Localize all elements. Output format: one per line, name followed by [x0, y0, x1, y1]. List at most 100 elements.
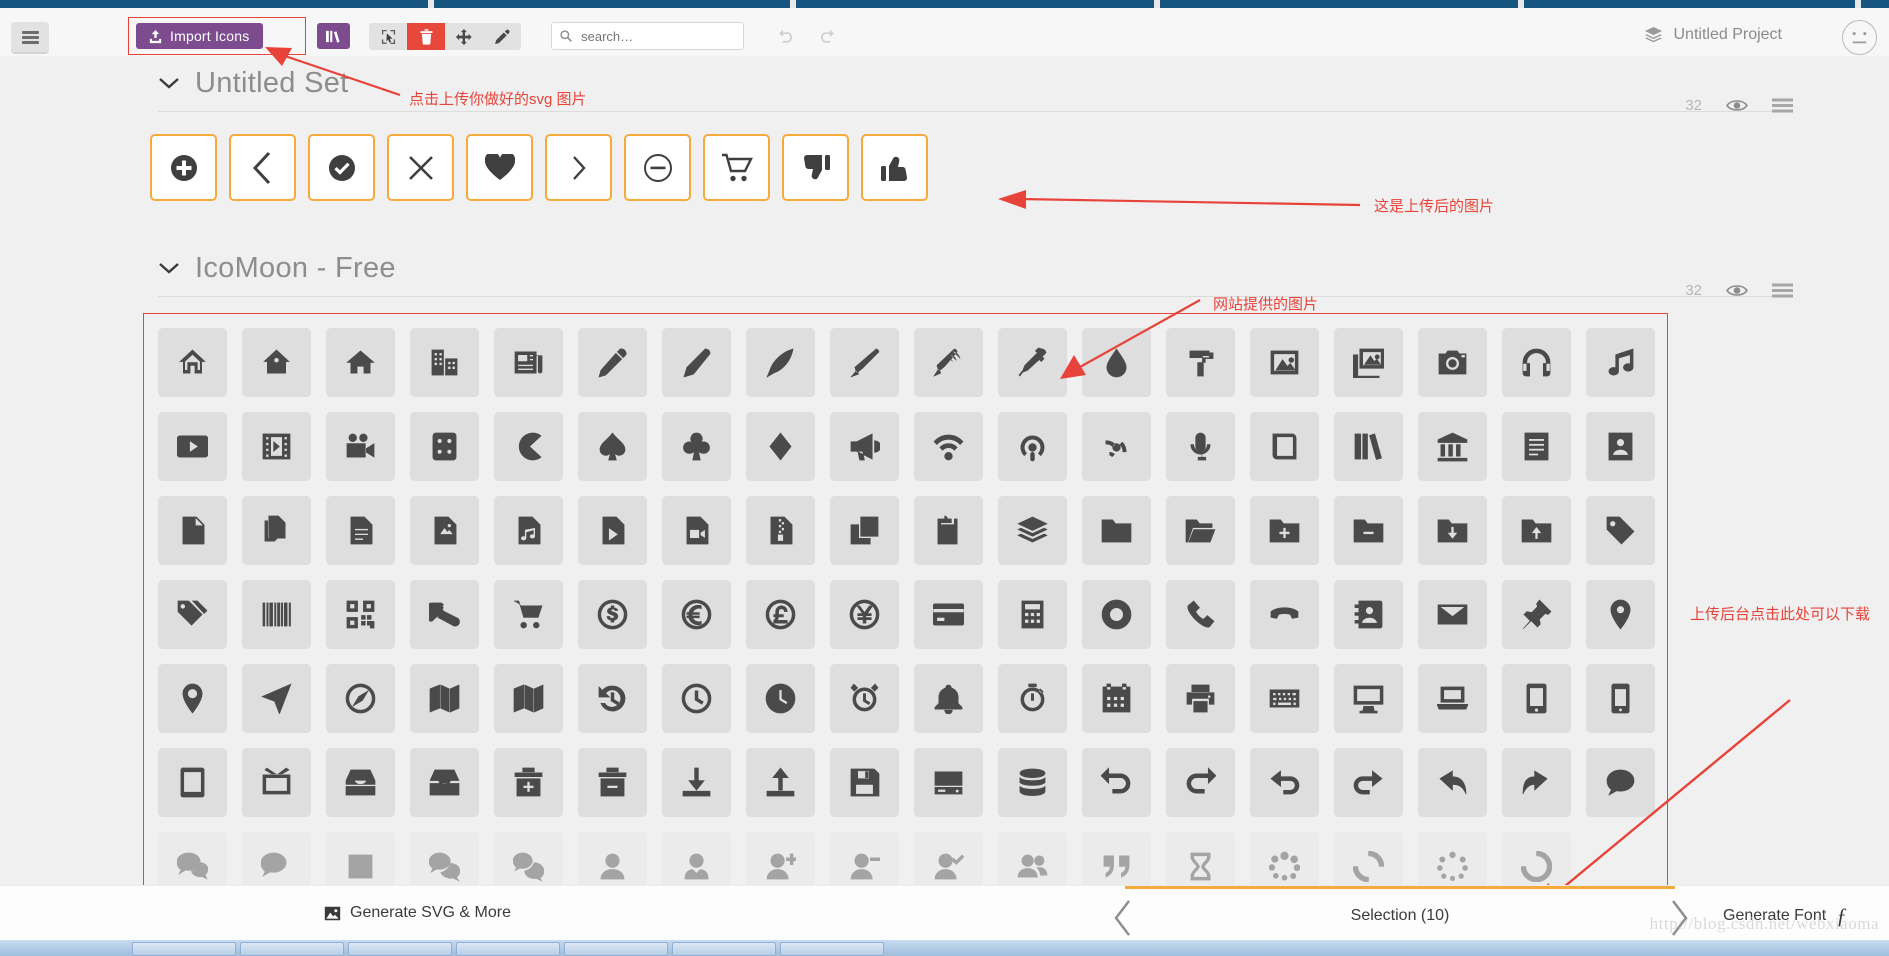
- uploaded-icon-cell-thumbs-down[interactable]: [782, 134, 849, 201]
- icon-cell[interactable]: [318, 656, 402, 740]
- icon-cell[interactable]: [234, 656, 318, 740]
- icon-cell[interactable]: [654, 404, 738, 488]
- icon-cell[interactable]: [1074, 404, 1158, 488]
- icon-cell[interactable]: [738, 320, 822, 404]
- icon-cell[interactable]: [906, 572, 990, 656]
- icon-cell[interactable]: [1326, 656, 1410, 740]
- uploaded-icon-cell-plus-circle[interactable]: [150, 134, 217, 201]
- icon-cell[interactable]: [738, 572, 822, 656]
- icon-cell[interactable]: [654, 488, 738, 572]
- uploaded-icon-cell-minus-circle[interactable]: [624, 134, 691, 201]
- icon-cell[interactable]: [990, 572, 1074, 656]
- icon-cell[interactable]: [570, 404, 654, 488]
- icon-cell[interactable]: [1074, 572, 1158, 656]
- icon-cell[interactable]: [402, 404, 486, 488]
- icon-cell[interactable]: [990, 740, 1074, 824]
- browser-tab[interactable]: [1160, 0, 1518, 8]
- taskbar-item[interactable]: [456, 942, 560, 956]
- uploaded-icon-cell-cart[interactable]: [703, 134, 770, 201]
- icon-cell[interactable]: [318, 740, 402, 824]
- delete-tool-button[interactable]: [407, 23, 445, 50]
- icon-cell[interactable]: [570, 572, 654, 656]
- icon-cell[interactable]: [906, 404, 990, 488]
- icon-cell[interactable]: [402, 488, 486, 572]
- icon-cell[interactable]: [1242, 488, 1326, 572]
- icon-cell[interactable]: [1326, 404, 1410, 488]
- icon-cell[interactable]: [150, 572, 234, 656]
- icon-cell[interactable]: [1242, 320, 1326, 404]
- icon-cell[interactable]: [822, 572, 906, 656]
- icon-cell[interactable]: [1410, 656, 1494, 740]
- import-icons-button[interactable]: Import Icons: [136, 23, 264, 49]
- icon-cell[interactable]: [654, 320, 738, 404]
- icon-cell[interactable]: [1578, 740, 1662, 824]
- icon-cell[interactable]: [1074, 656, 1158, 740]
- select-tool-button[interactable]: [369, 23, 407, 50]
- icon-cell[interactable]: [570, 740, 654, 824]
- avatar[interactable]: [1842, 20, 1877, 55]
- icon-cell[interactable]: [402, 320, 486, 404]
- list-menu-icon[interactable]: [1772, 283, 1793, 298]
- uploaded-icon-cell-close[interactable]: [387, 134, 454, 201]
- list-menu-icon[interactable]: [1772, 98, 1793, 113]
- icon-cell[interactable]: [486, 404, 570, 488]
- icon-cell[interactable]: [1158, 488, 1242, 572]
- icon-cell[interactable]: [1494, 320, 1578, 404]
- uploaded-icon-cell-thumbs-up[interactable]: [861, 134, 928, 201]
- icon-cell[interactable]: [318, 404, 402, 488]
- uploaded-icon-cell-chevron-right[interactable]: [545, 134, 612, 201]
- icon-cell[interactable]: [1158, 572, 1242, 656]
- icon-cell[interactable]: [1494, 740, 1578, 824]
- icon-cell[interactable]: [1326, 320, 1410, 404]
- icon-cell[interactable]: [150, 404, 234, 488]
- redo-button[interactable]: [806, 22, 846, 50]
- browser-tab[interactable]: [796, 0, 1154, 8]
- icon-cell[interactable]: [570, 488, 654, 572]
- icon-cell[interactable]: [906, 488, 990, 572]
- icon-cell[interactable]: [1578, 572, 1662, 656]
- chevron-down-icon[interactable]: [158, 76, 180, 90]
- icon-cell[interactable]: [1242, 572, 1326, 656]
- uploaded-icon-cell-heart[interactable]: [466, 134, 533, 201]
- taskbar-item[interactable]: [132, 942, 236, 956]
- icon-cell[interactable]: [1578, 320, 1662, 404]
- icon-cell[interactable]: [1074, 488, 1158, 572]
- icon-cell[interactable]: [1410, 488, 1494, 572]
- undo-button[interactable]: [766, 22, 806, 50]
- icon-cell[interactable]: [738, 740, 822, 824]
- icon-cell[interactable]: [738, 404, 822, 488]
- icon-cell[interactable]: [906, 740, 990, 824]
- icon-cell[interactable]: [318, 572, 402, 656]
- icon-cell[interactable]: [1494, 488, 1578, 572]
- icon-cell[interactable]: [150, 488, 234, 572]
- icon-library-button[interactable]: [317, 23, 350, 49]
- icon-cell[interactable]: [234, 740, 318, 824]
- icon-cell[interactable]: [1578, 656, 1662, 740]
- icon-cell[interactable]: [402, 572, 486, 656]
- icon-cell[interactable]: [1242, 404, 1326, 488]
- icon-cell[interactable]: [1494, 572, 1578, 656]
- icon-cell[interactable]: [990, 488, 1074, 572]
- icon-cell[interactable]: [234, 320, 318, 404]
- move-tool-button[interactable]: [445, 23, 483, 50]
- icon-cell[interactable]: [822, 488, 906, 572]
- uploaded-icon-cell-check-circle[interactable]: [308, 134, 375, 201]
- icon-cell[interactable]: [654, 656, 738, 740]
- eye-icon[interactable]: [1726, 283, 1748, 298]
- icon-cell[interactable]: [1578, 404, 1662, 488]
- icon-cell[interactable]: [1326, 740, 1410, 824]
- icon-cell[interactable]: [1326, 488, 1410, 572]
- icon-cell[interactable]: [402, 740, 486, 824]
- icon-cell[interactable]: [150, 740, 234, 824]
- search-input[interactable]: [579, 27, 735, 45]
- icon-cell[interactable]: [822, 656, 906, 740]
- project-selector[interactable]: Untitled Project: [1644, 26, 1782, 44]
- icon-cell[interactable]: [1158, 404, 1242, 488]
- generate-svg-button[interactable]: Generate SVG & More: [324, 904, 511, 922]
- icon-cell[interactable]: [234, 488, 318, 572]
- icon-cell[interactable]: [1158, 320, 1242, 404]
- icon-cell[interactable]: [822, 740, 906, 824]
- icon-cell[interactable]: [738, 488, 822, 572]
- icon-cell[interactable]: [570, 656, 654, 740]
- browser-tab[interactable]: [434, 0, 790, 8]
